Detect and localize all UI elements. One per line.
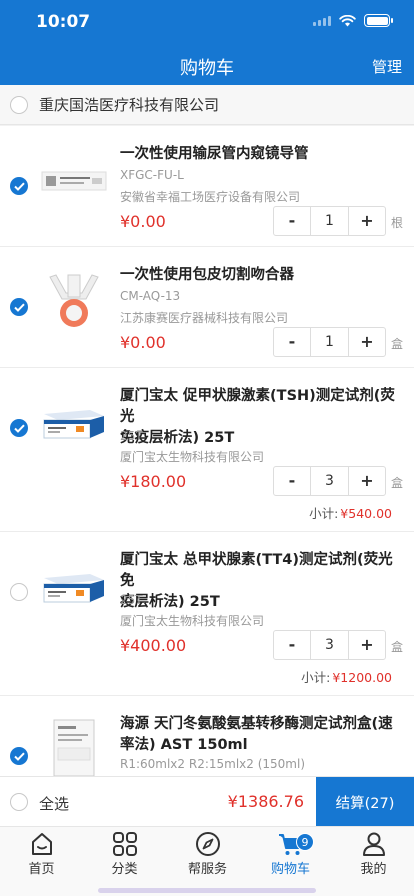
manage-button[interactable]: 管理	[372, 56, 402, 77]
item-subtotal: 小计: ¥540.00	[309, 506, 392, 521]
item-name: 厦门宝太 促甲状腺激素(TSH)测定试剂(荧光 免疫层析法) 25T	[120, 388, 395, 446]
product-image	[53, 719, 95, 776]
tab-cart[interactable]: 9 购物车	[249, 831, 332, 877]
increase-button[interactable]: +	[349, 207, 385, 235]
item-spec: CM-AQ-13	[120, 289, 181, 303]
item-unit: 盒	[391, 476, 404, 490]
compass-icon	[195, 832, 220, 856]
increase-button[interactable]: +	[349, 631, 385, 659]
cart-item[interactable]: 一次性使用输尿管内窥镜导管 XFGC-FU-L 安徽省幸福工场医疗设备有限公司 …	[0, 126, 414, 247]
item-spec: 25T	[120, 593, 143, 607]
checkout-bar: 全选 ¥1386.76 结算(27)	[0, 776, 414, 827]
cellular-icon	[313, 15, 331, 26]
item-maker: 安徽省幸福工场医疗设备有限公司	[120, 190, 301, 204]
item-spec: XFGC-FU-L	[120, 168, 184, 182]
decrease-button[interactable]: -	[274, 631, 310, 659]
home-indicator	[98, 888, 316, 893]
item-name: 海源 天门冬氨酸氨基转移酶测定试剂盒(速 率法) AST 150ml	[120, 716, 393, 753]
item-price: ¥0.00	[120, 212, 166, 231]
quantity-stepper: - 3 +	[273, 630, 386, 660]
quantity-stepper: - 1 +	[273, 327, 386, 357]
store-name: 重庆国浩医疗科技有限公司	[39, 96, 220, 114]
item-subtotal: 小计: ¥1200.00	[301, 670, 392, 685]
item-maker: 江苏康赛医疗器械科技有限公司	[120, 311, 289, 325]
tab-profile[interactable]: 我的	[332, 831, 414, 877]
check-icon	[13, 424, 25, 433]
cart-item[interactable]: 海源 天门冬氨酸氨基转移酶测定试剂盒(速 率法) AST 150ml R1:60…	[0, 696, 414, 776]
quantity-value[interactable]: 3	[310, 631, 349, 659]
cart-item[interactable]: 厦门宝太 总甲状腺素(TT4)测定试剂(荧光免 疫层析法) 25T 25T 厦门…	[0, 532, 414, 696]
item-select-checkbox[interactable]	[10, 419, 28, 437]
tab-bar: 首页 分类 帮服务 9 购物车 我的	[0, 826, 414, 896]
product-image	[43, 574, 104, 603]
item-unit: 盒	[391, 337, 404, 351]
item-spec: R1:60mlx2 R2:15mlx2 (150ml)	[120, 757, 306, 771]
check-icon	[13, 303, 25, 312]
header: 10:07 购物车 管理	[0, 0, 414, 85]
item-select-checkbox[interactable]	[10, 177, 28, 195]
store-select-radio[interactable]	[10, 95, 28, 114]
cart-items-list: 一次性使用输尿管内窥镜导管 XFGC-FU-L 安徽省幸福工场医疗设备有限公司 …	[0, 126, 414, 776]
item-price: ¥0.00	[120, 333, 166, 352]
wifi-icon	[339, 14, 356, 26]
item-name: 一次性使用输尿管内窥镜导管	[120, 146, 309, 162]
item-price: ¥400.00	[120, 636, 187, 655]
home-icon	[31, 833, 52, 855]
tab-label: 帮服务	[187, 862, 227, 877]
checkout-button[interactable]: 结算(27)	[316, 777, 414, 827]
quantity-value[interactable]: 1	[310, 328, 349, 356]
item-name: 厦门宝太 总甲状腺素(TT4)测定试剂(荧光免 疫层析法) 25T	[120, 552, 393, 610]
item-spec: 25T	[120, 429, 143, 443]
item-maker: 厦门宝太生物科技有限公司	[120, 614, 265, 628]
item-price: ¥180.00	[120, 472, 187, 491]
item-unit: 盒	[391, 640, 404, 654]
cart-count-badge: 9	[296, 833, 314, 851]
cart-item[interactable]: 一次性使用包皮切割吻合器 CM-AQ-13 江苏康赛医疗器械科技有限公司 ¥0.…	[0, 247, 414, 368]
category-icon	[112, 832, 137, 856]
check-icon	[13, 752, 25, 761]
product-image	[41, 171, 107, 191]
store-row[interactable]: 重庆国浩医疗科技有限公司	[0, 85, 414, 125]
product-image	[43, 410, 104, 439]
battery-icon	[364, 14, 393, 27]
tab-service[interactable]: 帮服务	[166, 831, 249, 877]
profile-icon	[362, 832, 385, 856]
increase-button[interactable]: +	[349, 328, 385, 356]
total-price: ¥1386.76	[227, 792, 304, 811]
quantity-value[interactable]: 1	[310, 207, 349, 235]
increase-button[interactable]: +	[349, 467, 385, 495]
item-maker: 厦门宝太生物科技有限公司	[120, 450, 265, 464]
cart-item[interactable]: 厦门宝太 促甲状腺激素(TSH)测定试剂(荧光 免疫层析法) 25T 25T 厦…	[0, 368, 414, 532]
status-time: 10:07	[36, 12, 91, 32]
check-icon	[13, 182, 25, 191]
product-image	[49, 274, 99, 327]
item-select-checkbox[interactable]	[10, 298, 28, 316]
page-title: 购物车	[180, 58, 234, 79]
tab-home[interactable]: 首页	[0, 831, 83, 877]
quantity-stepper: - 1 +	[273, 206, 386, 236]
item-name: 一次性使用包皮切割吻合器	[120, 267, 294, 283]
status-icons	[313, 14, 393, 27]
cart-screen: 10:07 购物车 管理 重庆国浩医疗科技有限公司 一次性使用输尿管内窥镜导管 …	[0, 0, 414, 896]
item-select-checkbox[interactable]	[10, 747, 28, 765]
select-all-label[interactable]: 全选	[39, 793, 69, 814]
tab-label: 首页	[28, 862, 55, 877]
select-all-radio[interactable]	[10, 793, 28, 811]
tab-label: 分类	[111, 862, 138, 877]
quantity-value[interactable]: 3	[310, 467, 349, 495]
decrease-button[interactable]: -	[274, 207, 310, 235]
decrease-button[interactable]: -	[274, 467, 310, 495]
tab-category[interactable]: 分类	[83, 831, 166, 877]
tab-label: 购物车	[270, 862, 310, 877]
quantity-stepper: - 3 +	[273, 466, 386, 496]
decrease-button[interactable]: -	[274, 328, 310, 356]
item-select-checkbox[interactable]	[10, 583, 28, 601]
tab-label: 我的	[360, 862, 387, 877]
item-unit: 根	[391, 216, 404, 230]
